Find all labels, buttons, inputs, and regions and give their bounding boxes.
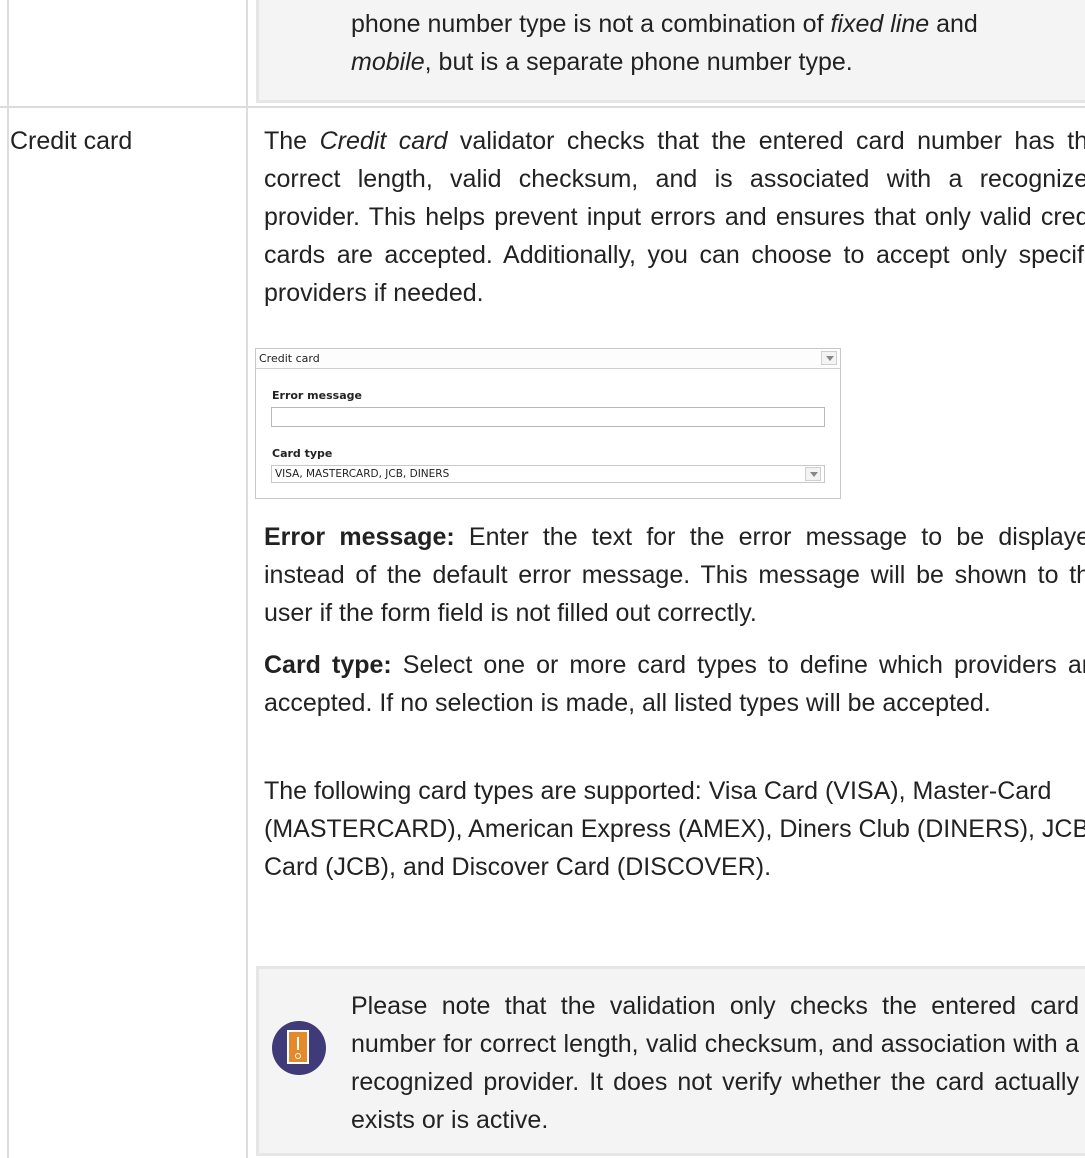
chevron-down-icon xyxy=(805,467,821,481)
error-message-input xyxy=(271,407,825,427)
chevron-down-icon xyxy=(821,351,837,365)
table-border-left xyxy=(7,0,9,1158)
validator-select-header: Credit card xyxy=(256,349,840,369)
card-type-label: Card type xyxy=(272,447,333,460)
card-type-description: Card type: Select one or more card types… xyxy=(264,651,1085,717)
validation-note-text: Please note that the validation only che… xyxy=(351,992,1079,1134)
validation-note-box: Please note that the validation only che… xyxy=(256,966,1085,1156)
card-type-select-value: VISA, MASTERCARD, JCB, DINERS xyxy=(275,468,450,480)
validator-select-value: Credit card xyxy=(259,352,320,365)
table-row-divider xyxy=(0,106,1085,108)
error-message-description: Error message: Enter the text for the er… xyxy=(264,523,1085,627)
table-column-divider xyxy=(246,0,248,1158)
card-type-select: VISA, MASTERCARD, JCB, DINERS xyxy=(271,465,825,483)
supported-card-types: The following card types are supported: … xyxy=(264,777,1085,881)
credit-card-settings-screenshot: Credit card Error message Card type VISA… xyxy=(255,348,841,499)
error-message-label: Error message xyxy=(272,389,362,402)
warning-icon xyxy=(272,1021,326,1075)
previous-note-box: phone number type is not a combination o… xyxy=(256,0,1085,103)
credit-card-intro: The Credit card validator checks that th… xyxy=(264,127,1085,307)
row-label-credit-card: Credit card xyxy=(10,127,133,155)
previous-note-text: phone number type is not a combination o… xyxy=(351,10,978,76)
